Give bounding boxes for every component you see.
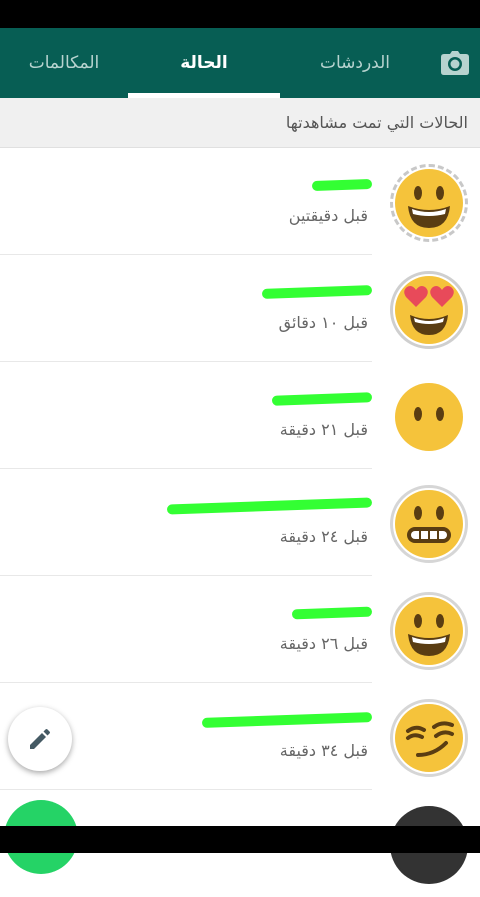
status-time: قبل ٢٦ دقيقة [279,634,368,653]
text-status-button[interactable] [8,707,72,771]
tab-calls-label: المكالمات [28,53,100,73]
avatar [390,485,468,563]
status-row[interactable]: قبل ٢٦ دقيقة [0,576,480,683]
grinning-face-icon [395,597,463,665]
tab-chats[interactable]: الدردشات [280,28,430,98]
tab-chats-label: الدردشات [319,53,391,73]
status-time: قبل ٣٤ دقيقة [279,741,368,760]
status-row[interactable]: قبل دقيقتين [0,148,480,255]
system-status-bar [0,0,480,28]
tab-camera[interactable] [430,28,480,98]
status-time: قبل ٢١ دقيقة [279,420,368,439]
pencil-icon [30,729,50,749]
status-time: قبل ٢٤ دقيقة [279,527,368,546]
smirking-face-icon [395,704,463,772]
status-row[interactable]: قبل ٢١ دقيقة [0,362,480,469]
avatar [390,271,468,349]
avatar [390,699,468,777]
tab-status-label: الحالة [180,53,228,73]
status-list: قبل دقيقتين قبل ١٠ دقائق قبل ٢١ دقيقة قب… [0,148,480,897]
status-row[interactable]: قبل ٣٤ دقيقة [0,683,480,790]
status-row[interactable]: قبل ١٠ دقائق [0,255,480,362]
status-time: قبل ١٠ دقائق [278,313,368,332]
avatar [390,378,468,456]
avatar [390,592,468,670]
tab-bar: المكالمات الحالة الدردشات [0,28,480,98]
status-time: قبل دقيقتين [288,206,368,225]
system-navigation-bar [0,826,480,853]
neutral-face-icon [395,383,463,451]
heart-eyes-face-icon [395,276,463,344]
camera-icon [441,51,469,75]
tab-status[interactable]: الحالة [128,28,280,98]
status-row[interactable]: قبل ٢٤ دقيقة [0,469,480,576]
grinning-face-icon [395,169,463,237]
viewed-updates-header: الحالات التي تمت مشاهدتها [0,98,480,148]
grimacing-face-icon [395,490,463,558]
avatar [390,164,468,242]
tab-calls[interactable]: المكالمات [0,28,128,98]
section-header-label: الحالات التي تمت مشاهدتها [285,113,468,132]
